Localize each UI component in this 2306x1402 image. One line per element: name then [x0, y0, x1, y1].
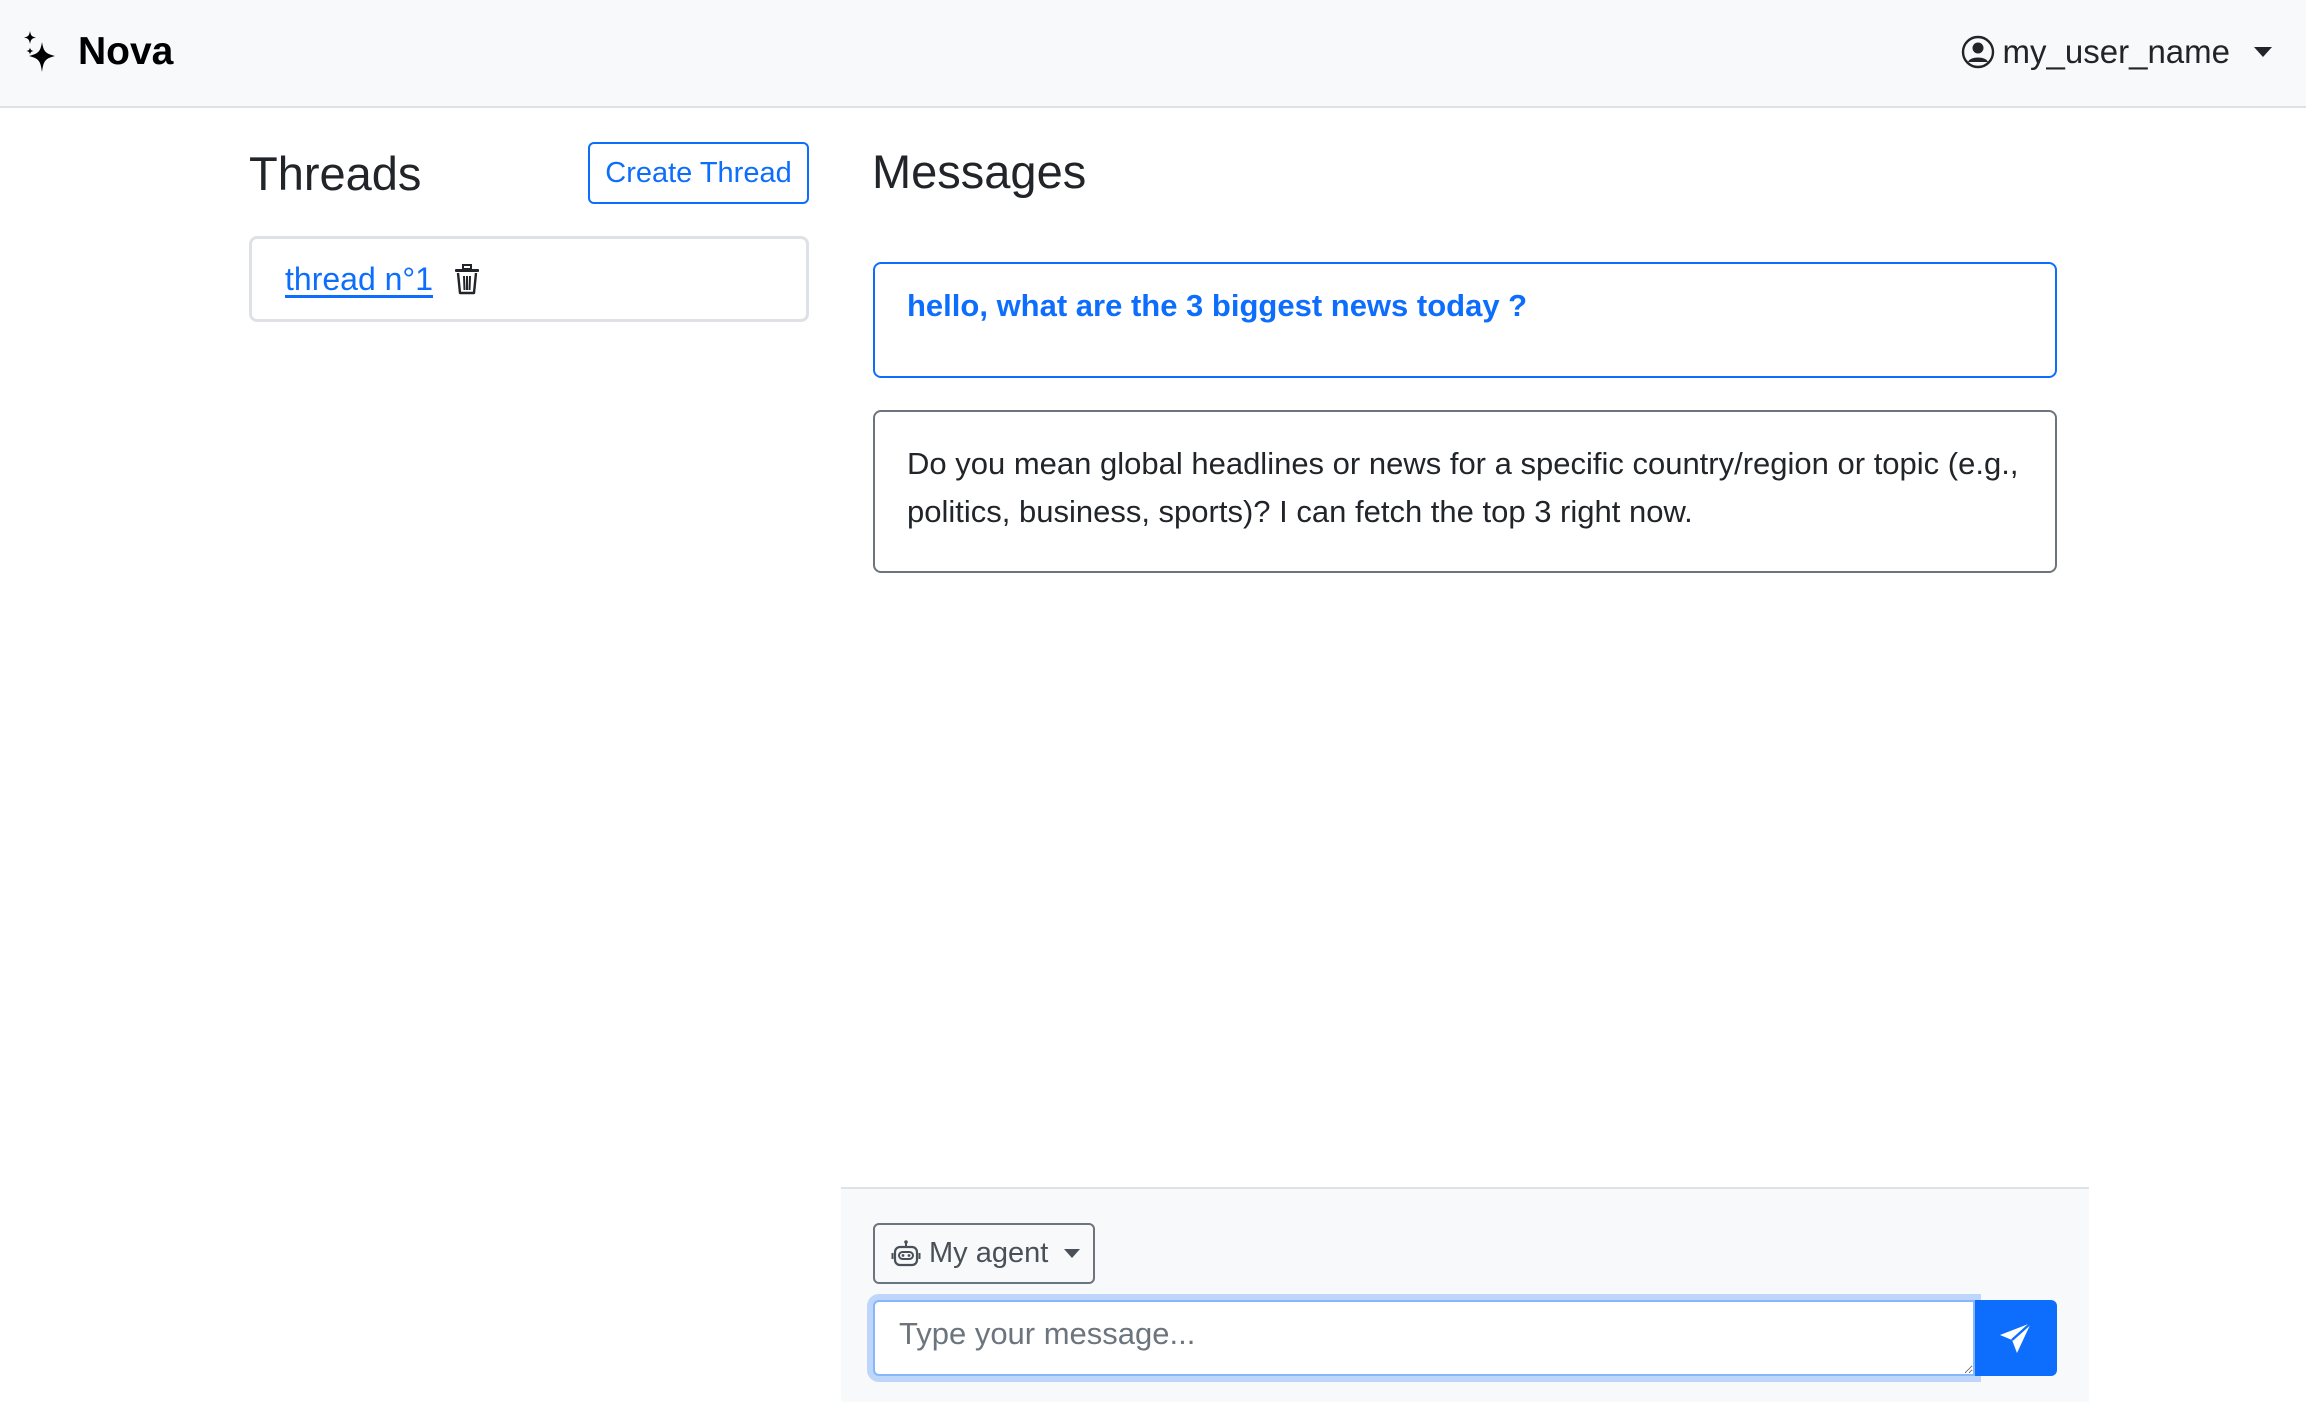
agent-selector-dropdown[interactable]: My agent — [873, 1223, 1095, 1284]
sparkles-icon — [24, 31, 55, 72]
robot-icon — [891, 1239, 921, 1266]
send-icon — [2000, 1322, 2032, 1353]
thread-list-item: thread n°1 — [249, 236, 809, 322]
agent-label: My agent — [929, 1237, 1049, 1269]
send-button[interactable] — [1975, 1300, 2057, 1376]
agent-message: Do you mean global headlines or news for… — [873, 410, 2057, 573]
message-composer: My agent — [841, 1187, 2089, 1402]
brand[interactable]: Nova — [22, 26, 173, 78]
chevron-down-icon — [2254, 47, 2272, 57]
message-input[interactable] — [873, 1300, 1975, 1376]
person-circle-icon — [1961, 35, 1994, 69]
threads-heading: Threads — [249, 147, 422, 200]
thread-link[interactable]: thread n°1 — [285, 261, 433, 298]
user-message: hello, what are the 3 biggest news today… — [873, 262, 2057, 378]
create-thread-button[interactable]: Create Thread — [588, 142, 809, 204]
top-navbar: Nova my_user_name — [0, 0, 2306, 108]
brand-name: Nova — [78, 30, 174, 73]
message-input-group — [873, 1300, 2057, 1376]
trash-icon[interactable] — [453, 263, 481, 295]
chevron-down-icon — [1064, 1249, 1081, 1258]
user-menu-dropdown[interactable]: my_user_name — [1961, 30, 2272, 74]
messages-heading: Messages — [872, 145, 1087, 198]
user-name: my_user_name — [2002, 33, 2230, 70]
